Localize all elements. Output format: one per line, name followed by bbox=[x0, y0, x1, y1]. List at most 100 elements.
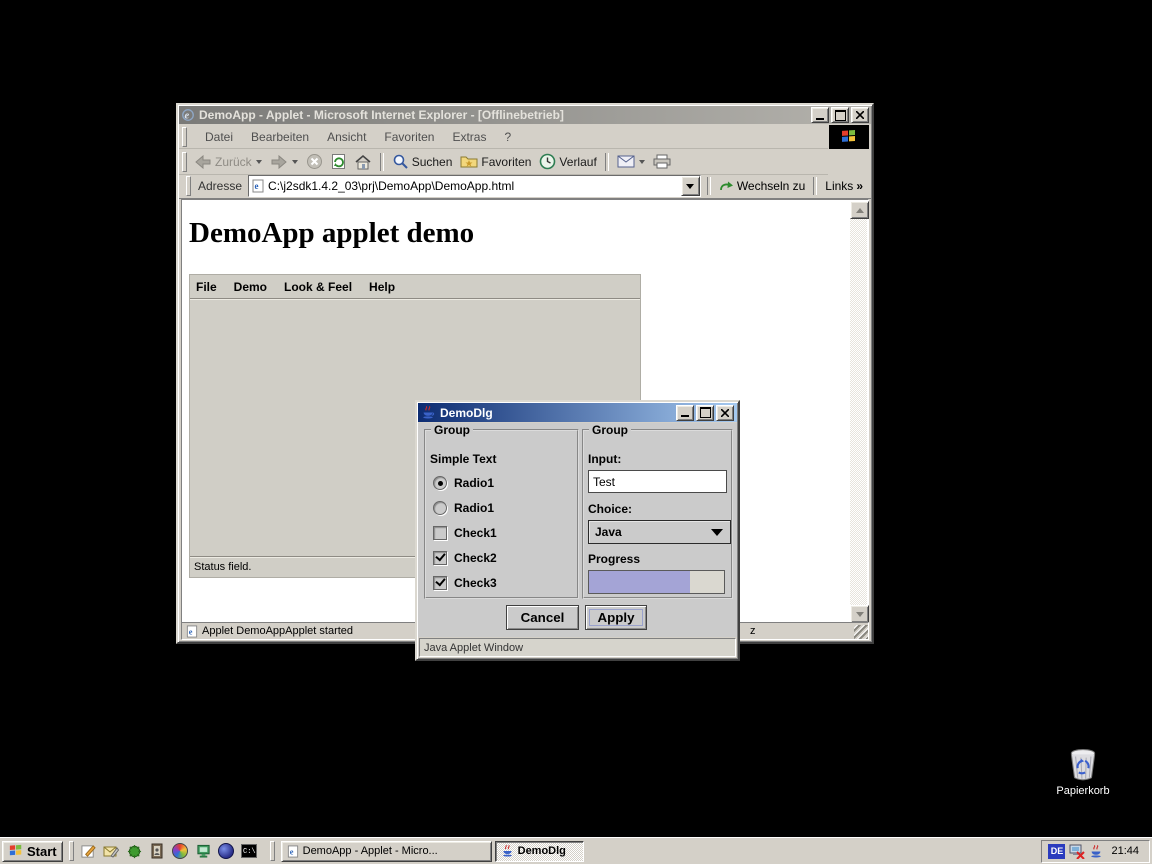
bug-app-icon[interactable] bbox=[126, 843, 143, 860]
refresh-button[interactable] bbox=[327, 151, 350, 172]
vertical-scrollbar[interactable] bbox=[850, 201, 867, 623]
favorites-button[interactable]: Favoriten bbox=[456, 152, 535, 171]
dialog-minimize-button[interactable] bbox=[676, 405, 694, 421]
start-button[interactable]: Start bbox=[2, 841, 63, 862]
ie-logo-icon: e bbox=[181, 108, 195, 122]
status-text: Applet DemoAppApplet started bbox=[202, 625, 353, 637]
scroll-down-button[interactable] bbox=[850, 605, 869, 623]
keyboard-layout-indicator[interactable]: DE bbox=[1048, 844, 1065, 859]
favorites-icon bbox=[460, 154, 478, 169]
address-book-icon[interactable] bbox=[149, 843, 166, 860]
command-prompt-icon[interactable]: C:\ bbox=[241, 843, 258, 860]
radio-option-2[interactable]: Radio1 bbox=[433, 501, 494, 515]
task-button-demodlg[interactable]: DemoDlg bbox=[495, 841, 584, 862]
applet-menu-lookfeel[interactable]: Look & Feel bbox=[284, 280, 352, 294]
stop-button[interactable] bbox=[302, 151, 327, 172]
address-input[interactable]: e C:\j2sdk1.4.2_03\prj\DemoApp\DemoApp.h… bbox=[248, 175, 701, 197]
radio-icon[interactable] bbox=[433, 476, 447, 490]
minimize-button[interactable] bbox=[811, 107, 829, 123]
ie-titlebar[interactable]: e DemoApp - Applet - Microsoft Internet … bbox=[179, 106, 871, 124]
mail-compose-icon[interactable] bbox=[103, 843, 120, 860]
mail-icon bbox=[617, 155, 635, 168]
toolbar-grip[interactable] bbox=[182, 152, 187, 172]
forward-dropdown-icon[interactable] bbox=[292, 160, 298, 164]
close-button[interactable] bbox=[851, 107, 869, 123]
back-dropdown-icon[interactable] bbox=[256, 160, 262, 164]
resize-grip[interactable] bbox=[854, 625, 868, 639]
check-option-3[interactable]: Check3 bbox=[433, 576, 497, 590]
show-desktop-icon[interactable] bbox=[80, 843, 97, 860]
address-dropdown-button[interactable] bbox=[681, 176, 700, 196]
status-page-icon: e bbox=[186, 625, 198, 638]
java-tray-icon[interactable] bbox=[1089, 844, 1103, 859]
go-button[interactable]: Wechseln zu bbox=[715, 177, 809, 195]
taskbar-clock[interactable]: 21:44 bbox=[1107, 845, 1143, 857]
task-ie-icon: e bbox=[287, 845, 299, 858]
menubar-grip[interactable] bbox=[182, 127, 187, 147]
checkbox-icon[interactable] bbox=[433, 526, 447, 540]
radio-icon[interactable] bbox=[433, 501, 447, 515]
system-tray: DE 21:44 bbox=[1041, 840, 1150, 863]
choice-combobox[interactable]: Java bbox=[588, 520, 731, 544]
search-button[interactable]: Suchen bbox=[388, 151, 457, 172]
apply-button[interactable]: Apply bbox=[585, 605, 647, 630]
taskbar-grip[interactable] bbox=[69, 841, 74, 861]
radio-1-label: Radio1 bbox=[454, 476, 494, 490]
scroll-up-button[interactable] bbox=[850, 201, 869, 219]
history-button[interactable]: Verlauf bbox=[535, 151, 600, 172]
dialog-close-button[interactable] bbox=[716, 405, 734, 421]
maximize-button[interactable] bbox=[831, 107, 849, 123]
check-option-2[interactable]: Check2 bbox=[433, 551, 497, 565]
search-label: Suchen bbox=[412, 155, 453, 169]
demodlg-content: Group Simple Text Radio1 Radio1 Check1 C… bbox=[418, 423, 737, 637]
offline-status-icon[interactable] bbox=[1069, 844, 1085, 859]
stop-icon bbox=[306, 153, 323, 170]
back-button[interactable]: Zurück bbox=[190, 153, 266, 171]
menu-hilfe[interactable]: ? bbox=[504, 130, 511, 144]
netmeeting-icon[interactable] bbox=[195, 843, 212, 860]
addressbar-separator bbox=[707, 177, 711, 195]
svg-text:C:\: C:\ bbox=[243, 848, 256, 856]
check-option-1[interactable]: Check1 bbox=[433, 526, 497, 540]
checkbox-icon[interactable] bbox=[433, 576, 447, 590]
forward-arrow-icon bbox=[270, 155, 288, 169]
input-field[interactable] bbox=[588, 470, 727, 493]
browser-app-icon[interactable] bbox=[218, 843, 235, 860]
radio-2-label: Radio1 bbox=[454, 501, 494, 515]
checkbox-icon[interactable] bbox=[433, 551, 447, 565]
applet-menubar: File Demo Look & Feel Help bbox=[190, 275, 640, 299]
check-3-label: Check3 bbox=[454, 576, 497, 590]
dialog-maximize-button[interactable] bbox=[696, 405, 714, 421]
radio-option-1[interactable]: Radio1 bbox=[433, 476, 494, 490]
home-button[interactable] bbox=[350, 152, 376, 172]
address-label: Adresse bbox=[198, 179, 242, 193]
demodlg-titlebar[interactable]: DemoDlg bbox=[418, 403, 737, 422]
links-button[interactable]: Links » bbox=[821, 177, 867, 195]
start-label: Start bbox=[27, 844, 57, 859]
applet-menu-demo[interactable]: Demo bbox=[234, 280, 267, 294]
taskbar-grip[interactable] bbox=[270, 841, 275, 861]
history-clock-icon bbox=[539, 153, 556, 170]
applet-menu-help[interactable]: Help bbox=[369, 280, 395, 294]
menu-ansicht[interactable]: Ansicht bbox=[327, 130, 366, 144]
forward-button[interactable] bbox=[266, 153, 302, 171]
cancel-button[interactable]: Cancel bbox=[506, 605, 579, 630]
media-app-icon[interactable] bbox=[172, 843, 189, 860]
menu-datei[interactable]: Datei bbox=[205, 130, 233, 144]
menu-bearbeiten[interactable]: Bearbeiten bbox=[251, 130, 309, 144]
print-button[interactable] bbox=[649, 152, 675, 171]
left-group-caption: Group bbox=[431, 423, 473, 437]
menu-extras[interactable]: Extras bbox=[452, 130, 486, 144]
addressbar-grip[interactable] bbox=[186, 176, 191, 196]
mail-button[interactable] bbox=[613, 153, 649, 170]
svg-text:e: e bbox=[189, 627, 193, 636]
task-button-demoapp[interactable]: e DemoApp - Applet - Micro... bbox=[281, 841, 492, 862]
mail-dropdown-icon[interactable] bbox=[639, 160, 645, 164]
addressbar-separator bbox=[813, 177, 817, 195]
page-title: DemoApp applet demo bbox=[189, 217, 474, 250]
recycle-bin-shortcut[interactable]: Papierkorb bbox=[1048, 747, 1118, 797]
recycle-bin-label: Papierkorb bbox=[1048, 785, 1118, 797]
menu-favoriten[interactable]: Favoriten bbox=[384, 130, 434, 144]
applet-menu-file[interactable]: File bbox=[196, 280, 217, 294]
left-groupbox: Group Simple Text Radio1 Radio1 Check1 C… bbox=[424, 429, 579, 599]
